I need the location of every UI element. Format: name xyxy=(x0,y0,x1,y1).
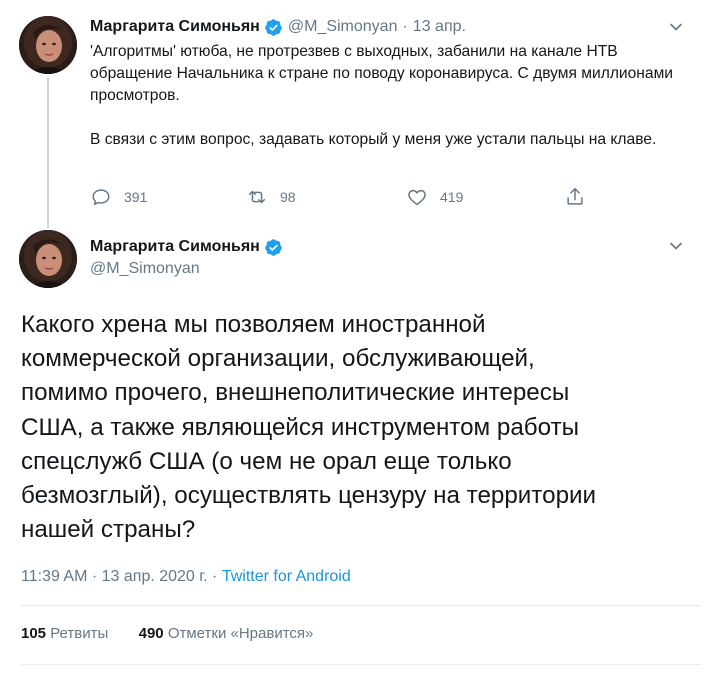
retweet-label: Ретвиты xyxy=(50,625,109,642)
tweet-text-line: нашей страны? xyxy=(21,516,196,544)
avatar[interactable] xyxy=(19,16,77,74)
tweet-metadata: 11:39 AM · 13 апр. 2020 г. · Twitter for… xyxy=(21,568,351,586)
tweet-text-line: безмозглый), осуществлять цензуру на тер… xyxy=(21,482,597,510)
like-total: 490 xyxy=(138,625,164,642)
like-button[interactable]: 419 xyxy=(406,184,463,210)
verified-badge-icon xyxy=(265,18,282,36)
tweet-stats: 105 Ретвиты 490 Отметки «Нравится» xyxy=(21,625,313,642)
tweet-text: 'Алгоритмы' ютюба, не протрезвев с выход… xyxy=(90,41,690,151)
retweets-stat[interactable]: 105 Ретвиты xyxy=(21,625,108,642)
tweet-text-line: спецслужб США (о чем не орал еще только xyxy=(21,447,512,475)
author-name[interactable]: Маргарита Симоньян xyxy=(90,238,260,256)
thread-connector-line xyxy=(47,78,49,228)
chevron-down-icon[interactable] xyxy=(666,17,686,37)
reply-button[interactable]: 391 xyxy=(90,184,147,210)
tweet-text-line: помимо прочего, внешнеполитические интер… xyxy=(21,379,570,407)
tweet-text-line: коммерческой организации, обслуживающей, xyxy=(21,345,535,373)
parent-tweet[interactable]: Маргарита Симоньян @M_Simonyan · 13 апр.… xyxy=(0,0,715,228)
reply-icon xyxy=(92,189,110,206)
like-label: Отметки «Нравится» xyxy=(167,625,314,642)
retweet-count: 98 xyxy=(280,189,296,205)
tweet-paragraph: 'Алгоритмы' ютюба, не протрезвев с выход… xyxy=(90,43,674,104)
share-button[interactable] xyxy=(564,184,598,210)
like-icon xyxy=(408,189,426,206)
verified-badge-icon xyxy=(265,238,282,256)
retweet-total: 105 xyxy=(21,625,47,642)
tweet-paragraph: В связи с этим вопрос, задавать который … xyxy=(90,131,657,148)
reply-count: 391 xyxy=(124,189,148,205)
main-tweet-text: Какого хрена мы позволяем иностранной ко… xyxy=(21,308,701,547)
avatar[interactable] xyxy=(19,230,77,288)
author-name[interactable]: Маргарита Симоньян xyxy=(90,18,260,36)
divider xyxy=(21,605,701,606)
share-icon xyxy=(567,188,583,205)
author-handle[interactable]: @M_Simonyan xyxy=(288,18,398,36)
tweet-actions: 391 98 419 xyxy=(90,184,610,210)
retweet-icon xyxy=(248,190,266,204)
avatar-image xyxy=(19,230,77,288)
tweet-date[interactable]: 13 апр. xyxy=(413,18,466,36)
tweet-timestamp[interactable]: 11:39 AM · 13 апр. 2020 г. · xyxy=(21,568,222,585)
likes-stat[interactable]: 490 Отметки «Нравится» xyxy=(139,625,314,642)
divider xyxy=(21,664,701,665)
chevron-down-icon[interactable] xyxy=(666,236,686,256)
avatar-image xyxy=(19,16,77,74)
tweet-text-line: Какого хрена мы позволяем иностранной xyxy=(21,311,486,338)
separator-dot: · xyxy=(402,18,408,35)
author-handle[interactable]: @M_Simonyan xyxy=(90,260,200,278)
retweet-button[interactable]: 98 xyxy=(246,184,296,210)
tweet-header: Маргарита Симоньян @M_Simonyan · 13 апр. xyxy=(90,16,466,38)
tweet-text-line: США, а также являющейся инструментом раб… xyxy=(21,413,580,441)
like-count: 419 xyxy=(440,189,464,205)
author-name-row: Маргарита Симоньян xyxy=(90,236,283,258)
tweet-source-link[interactable]: Twitter for Android xyxy=(222,568,351,585)
